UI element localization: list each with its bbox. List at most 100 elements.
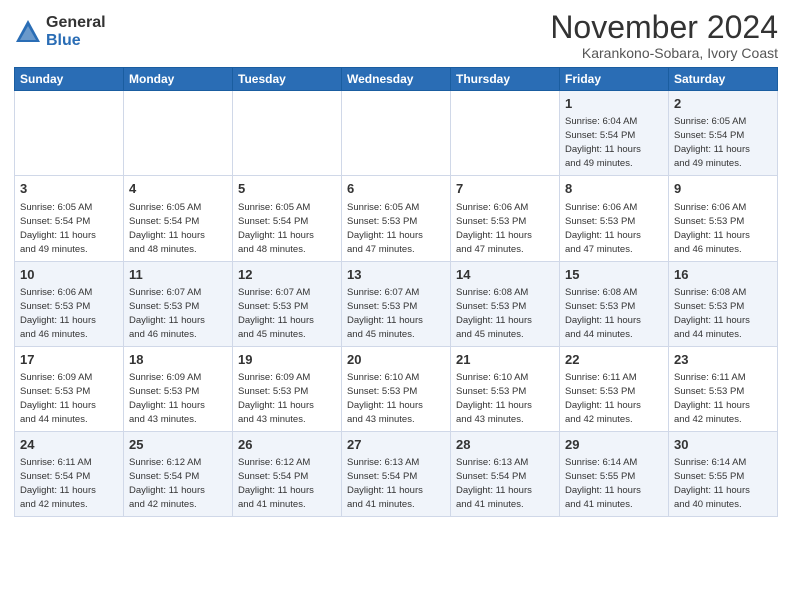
day-info: Sunrise: 6:09 AMSunset: 5:53 PMDaylight:… bbox=[20, 372, 96, 425]
day-info: Sunrise: 6:06 AMSunset: 5:53 PMDaylight:… bbox=[456, 202, 532, 255]
title-block: November 2024 Karankono-Sobara, Ivory Co… bbox=[550, 10, 778, 61]
cell-week4-day6: 22 Sunrise: 6:11 AMSunset: 5:53 PMDayligh… bbox=[560, 346, 669, 431]
cell-week5-day7: 30Sunrise: 6:14 AMSunset: 5:55 PMDayligh… bbox=[669, 431, 778, 516]
cell-week1-day1 bbox=[15, 91, 124, 176]
day-info: Sunrise: 6:14 AMSunset: 5:55 PMDaylight:… bbox=[565, 457, 641, 510]
cell-week4-day2: 18Sunrise: 6:09 AMSunset: 5:53 PMDayligh… bbox=[124, 346, 233, 431]
cell-week3-day1: 10Sunrise: 6:06 AMSunset: 5:53 PMDayligh… bbox=[15, 261, 124, 346]
day-number: 4 bbox=[129, 180, 227, 198]
cell-week4-day4: 20 Sunrise: 6:10 AMSunset: 5:53 PMDayligh… bbox=[342, 346, 451, 431]
day-number: 2 bbox=[674, 95, 772, 113]
day-info: Sunrise: 6:05 AMSunset: 5:54 PMDaylight:… bbox=[238, 202, 314, 255]
cell-week4-day3: 19 Sunrise: 6:09 AMSunset: 5:53 PMDayligh… bbox=[233, 346, 342, 431]
cell-week3-day6: 15 Sunrise: 6:08 AMSunset: 5:53 PMDayligh… bbox=[560, 261, 669, 346]
day-info: Sunrise: 6:06 AMSunset: 5:53 PMDaylight:… bbox=[674, 202, 750, 255]
day-info: Sunrise: 6:10 AMSunset: 5:53 PMDaylight:… bbox=[347, 372, 423, 425]
day-info: Sunrise: 6:13 AMSunset: 5:54 PMDaylight:… bbox=[456, 457, 532, 510]
day-number: 26 bbox=[238, 436, 336, 454]
header-saturday: Saturday bbox=[669, 68, 778, 91]
cell-week1-day2 bbox=[124, 91, 233, 176]
day-info: Sunrise: 6:06 AMSunset: 5:53 PMDaylight:… bbox=[565, 202, 641, 255]
day-info: Sunrise: 6:11 AMSunset: 5:53 PMDaylight:… bbox=[674, 372, 750, 425]
header-wednesday: Wednesday bbox=[342, 68, 451, 91]
day-info: Sunrise: 6:05 AMSunset: 5:54 PMDaylight:… bbox=[129, 202, 205, 255]
day-info: Sunrise: 6:08 AMSunset: 5:53 PMDaylight:… bbox=[674, 287, 750, 340]
day-number: 24 bbox=[20, 436, 118, 454]
day-number: 20 bbox=[347, 351, 445, 369]
week-row-2: 3 Sunrise: 6:05 AMSunset: 5:54 PMDaylight… bbox=[15, 176, 778, 261]
day-number: 23 bbox=[674, 351, 772, 369]
day-number: 5 bbox=[238, 180, 336, 198]
day-info: Sunrise: 6:04 AMSunset: 5:54 PMDaylight:… bbox=[565, 116, 641, 169]
cell-week5-day2: 25Sunrise: 6:12 AMSunset: 5:54 PMDayligh… bbox=[124, 431, 233, 516]
cell-week4-day5: 21 Sunrise: 6:10 AMSunset: 5:53 PMDayligh… bbox=[451, 346, 560, 431]
cell-week5-day1: 24 Sunrise: 6:11 AMSunset: 5:54 PMDayligh… bbox=[15, 431, 124, 516]
day-number: 21 bbox=[456, 351, 554, 369]
day-number: 22 bbox=[565, 351, 663, 369]
day-number: 12 bbox=[238, 266, 336, 284]
day-info: Sunrise: 6:12 AMSunset: 5:54 PMDaylight:… bbox=[129, 457, 205, 510]
day-number: 11 bbox=[129, 266, 227, 284]
header: General Blue November 2024 Karankono-Sob… bbox=[14, 10, 778, 61]
day-info: Sunrise: 6:08 AMSunset: 5:53 PMDaylight:… bbox=[565, 287, 641, 340]
day-info: Sunrise: 6:12 AMSunset: 5:54 PMDaylight:… bbox=[238, 457, 314, 510]
location: Karankono-Sobara, Ivory Coast bbox=[550, 45, 778, 61]
day-number: 14 bbox=[456, 266, 554, 284]
cell-week1-day4 bbox=[342, 91, 451, 176]
cell-week1-day7: 2Sunrise: 6:05 AMSunset: 5:54 PMDaylight… bbox=[669, 91, 778, 176]
calendar-page: General Blue November 2024 Karankono-Sob… bbox=[0, 0, 792, 612]
cell-week5-day4: 27Sunrise: 6:13 AMSunset: 5:54 PMDayligh… bbox=[342, 431, 451, 516]
week-row-5: 24 Sunrise: 6:11 AMSunset: 5:54 PMDayligh… bbox=[15, 431, 778, 516]
day-info: Sunrise: 6:09 AMSunset: 5:53 PMDaylight:… bbox=[238, 372, 314, 425]
day-number: 18 bbox=[129, 351, 227, 369]
header-monday: Monday bbox=[124, 68, 233, 91]
day-number: 17 bbox=[20, 351, 118, 369]
day-number: 9 bbox=[674, 180, 772, 198]
cell-week2-day6: 8 Sunrise: 6:06 AMSunset: 5:53 PMDaylight… bbox=[560, 176, 669, 261]
day-number: 28 bbox=[456, 436, 554, 454]
day-info: Sunrise: 6:05 AMSunset: 5:54 PMDaylight:… bbox=[20, 202, 96, 255]
header-sunday: Sunday bbox=[15, 68, 124, 91]
day-number: 19 bbox=[238, 351, 336, 369]
logo-icon bbox=[14, 18, 42, 46]
cell-week3-day2: 11 Sunrise: 6:07 AMSunset: 5:53 PMDayligh… bbox=[124, 261, 233, 346]
cell-week3-day5: 14 Sunrise: 6:08 AMSunset: 5:53 PMDayligh… bbox=[451, 261, 560, 346]
day-number: 3 bbox=[20, 180, 118, 198]
day-info: Sunrise: 6:11 AMSunset: 5:53 PMDaylight:… bbox=[565, 372, 641, 425]
week-row-1: 1 Sunrise: 6:04 AMSunset: 5:54 PMDaylight… bbox=[15, 91, 778, 176]
cell-week2-day7: 9 Sunrise: 6:06 AMSunset: 5:53 PMDaylight… bbox=[669, 176, 778, 261]
logo-blue: Blue bbox=[46, 32, 106, 50]
day-number: 1 bbox=[565, 95, 663, 113]
cell-week2-day4: 6Sunrise: 6:05 AMSunset: 5:53 PMDaylight… bbox=[342, 176, 451, 261]
day-number: 16 bbox=[674, 266, 772, 284]
day-info: Sunrise: 6:08 AMSunset: 5:53 PMDaylight:… bbox=[456, 287, 532, 340]
month-title: November 2024 bbox=[550, 10, 778, 45]
cell-week1-day5 bbox=[451, 91, 560, 176]
week-row-3: 10Sunrise: 6:06 AMSunset: 5:53 PMDayligh… bbox=[15, 261, 778, 346]
header-thursday: Thursday bbox=[451, 68, 560, 91]
day-info: Sunrise: 6:11 AMSunset: 5:54 PMDaylight:… bbox=[20, 457, 96, 510]
cell-week1-day3 bbox=[233, 91, 342, 176]
day-number: 8 bbox=[565, 180, 663, 198]
day-info: Sunrise: 6:10 AMSunset: 5:53 PMDaylight:… bbox=[456, 372, 532, 425]
cell-week3-day3: 12 Sunrise: 6:07 AMSunset: 5:53 PMDayligh… bbox=[233, 261, 342, 346]
calendar-table: Sunday Monday Tuesday Wednesday Thursday… bbox=[14, 67, 778, 517]
cell-week3-day4: 13Sunrise: 6:07 AMSunset: 5:53 PMDayligh… bbox=[342, 261, 451, 346]
day-info: Sunrise: 6:07 AMSunset: 5:53 PMDaylight:… bbox=[129, 287, 205, 340]
day-info: Sunrise: 6:07 AMSunset: 5:53 PMDaylight:… bbox=[238, 287, 314, 340]
day-info: Sunrise: 6:06 AMSunset: 5:53 PMDaylight:… bbox=[20, 287, 96, 340]
header-friday: Friday bbox=[560, 68, 669, 91]
day-info: Sunrise: 6:05 AMSunset: 5:53 PMDaylight:… bbox=[347, 202, 423, 255]
day-number: 13 bbox=[347, 266, 445, 284]
day-number: 27 bbox=[347, 436, 445, 454]
day-number: 15 bbox=[565, 266, 663, 284]
day-number: 7 bbox=[456, 180, 554, 198]
logo: General Blue bbox=[14, 14, 106, 49]
cell-week2-day5: 7 Sunrise: 6:06 AMSunset: 5:53 PMDaylight… bbox=[451, 176, 560, 261]
header-tuesday: Tuesday bbox=[233, 68, 342, 91]
cell-week2-day1: 3 Sunrise: 6:05 AMSunset: 5:54 PMDaylight… bbox=[15, 176, 124, 261]
cell-week1-day6: 1 Sunrise: 6:04 AMSunset: 5:54 PMDaylight… bbox=[560, 91, 669, 176]
cell-week3-day7: 16 Sunrise: 6:08 AMSunset: 5:53 PMDayligh… bbox=[669, 261, 778, 346]
header-row: Sunday Monday Tuesday Wednesday Thursday… bbox=[15, 68, 778, 91]
logo-general: General bbox=[46, 14, 106, 32]
